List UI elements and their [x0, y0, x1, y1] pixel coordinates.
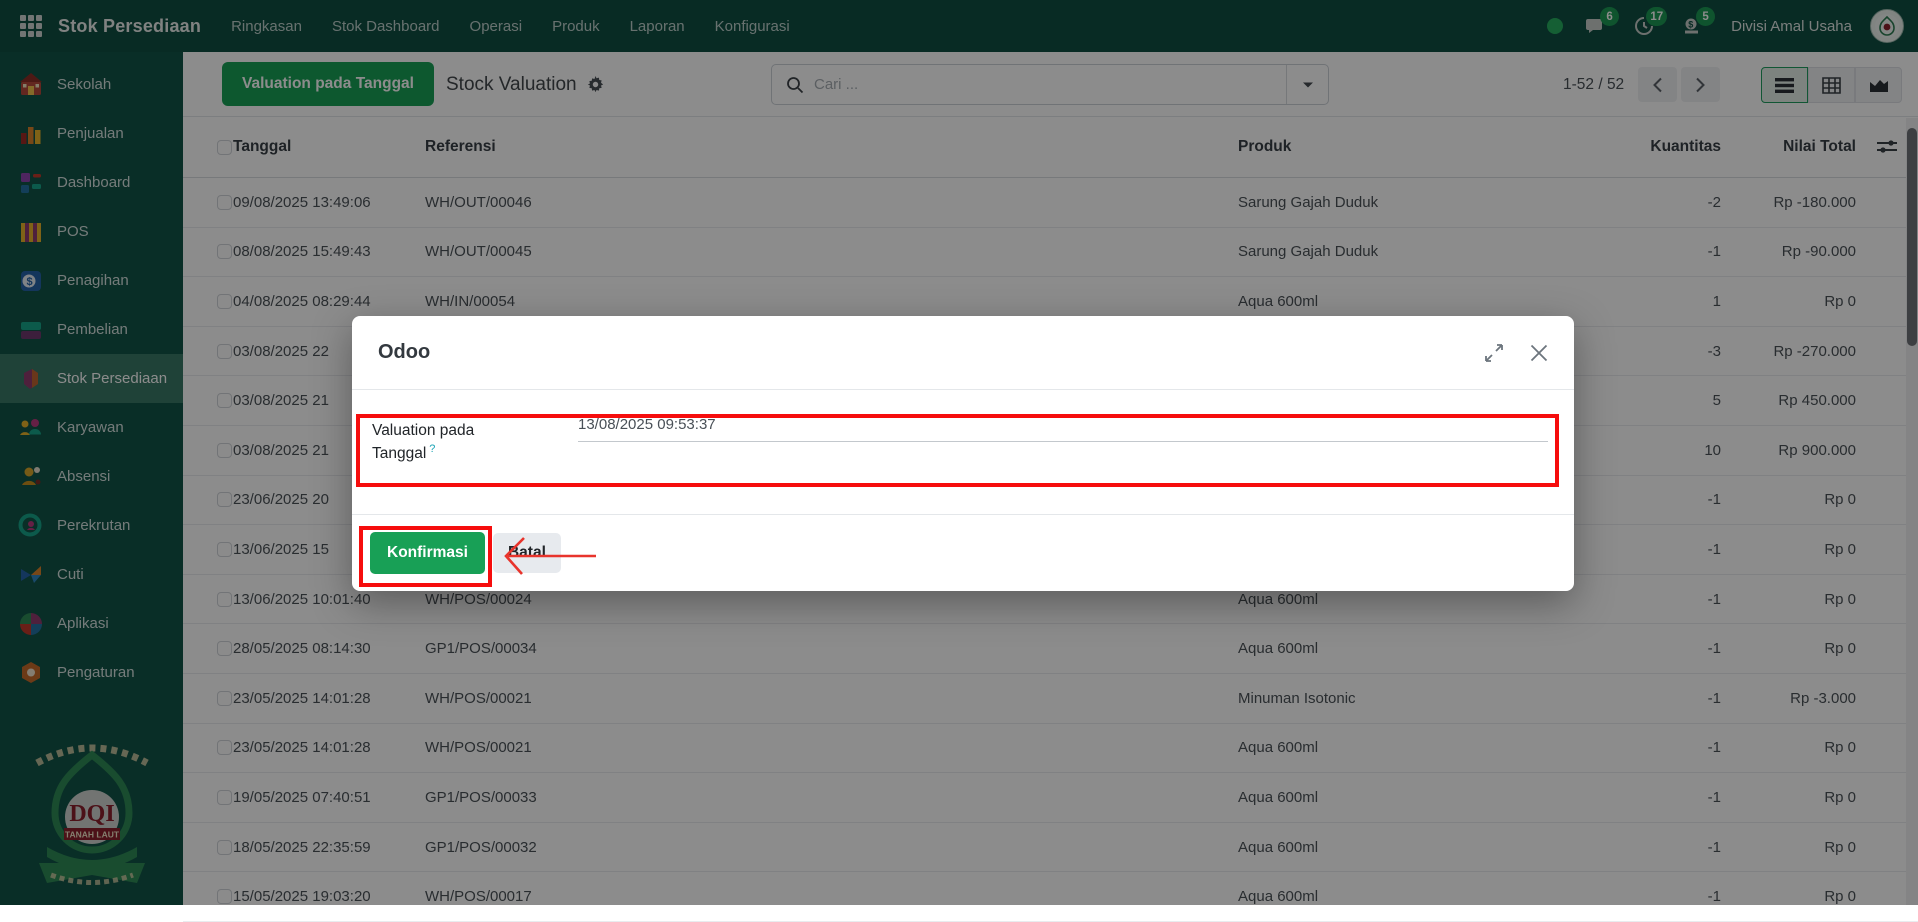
valuation-date-input[interactable]	[578, 416, 1548, 442]
close-icon[interactable]	[1530, 344, 1548, 362]
field-help-marker[interactable]: ?	[429, 443, 435, 455]
confirm-button[interactable]: Konfirmasi	[370, 532, 485, 574]
odoo-dialog: Odoo Valuation pada Tanggal? Konfirmasi …	[352, 316, 1574, 591]
cancel-button[interactable]: Batal	[493, 533, 561, 573]
expand-dialog-icon[interactable]	[1484, 343, 1504, 363]
dialog-title: Odoo	[378, 341, 430, 364]
valuation-date-label: Valuation pada Tanggal?	[372, 420, 532, 466]
